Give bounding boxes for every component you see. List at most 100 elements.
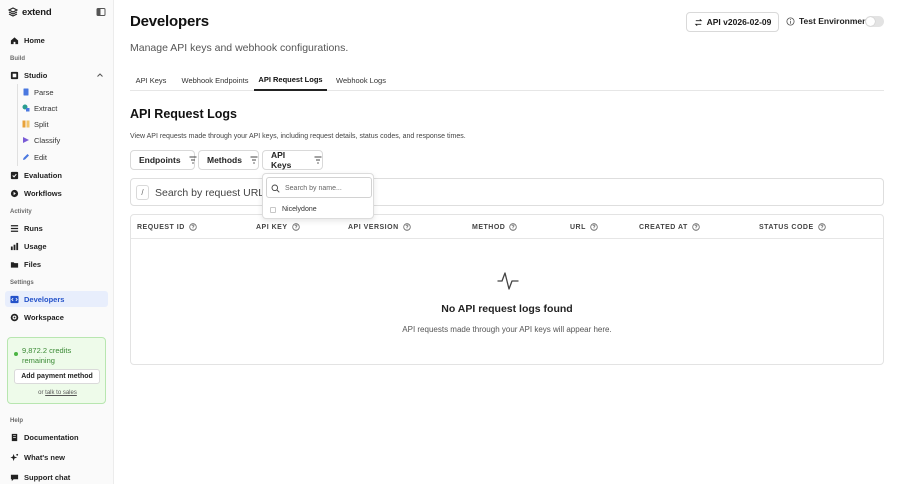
add-payment-method-button[interactable]: Add payment method: [14, 369, 100, 384]
empty-state-description: API requests made through your API keys …: [402, 325, 612, 334]
methods-filter-button[interactable]: Methods: [198, 150, 259, 170]
nav-support-chat[interactable]: Support chat: [5, 469, 108, 484]
talk-to-sales-line: or talk to sales: [8, 390, 107, 396]
nav-workflows[interactable]: Workflows: [5, 185, 108, 201]
column-label: API VERSION: [348, 223, 399, 231]
column-url[interactable]: URL: [570, 223, 598, 231]
talk-to-sales-link[interactable]: talk to sales: [45, 390, 77, 396]
help-circle-icon: [402, 223, 411, 231]
table-header: REQUEST ID API KEY API VERSION METHOD UR…: [131, 215, 883, 239]
section-activity-label: Activity: [10, 209, 32, 215]
api-version-button[interactable]: API v2026-02-09: [686, 12, 779, 32]
studio-icon: [9, 70, 19, 80]
logo[interactable]: extend: [8, 6, 106, 18]
or-text: or: [38, 390, 44, 396]
api-keys-filter-button[interactable]: API Keys: [262, 150, 323, 170]
nav-extract[interactable]: Extract: [22, 101, 57, 115]
help-circle-icon: [590, 223, 598, 231]
nav-files-label: Files: [24, 259, 42, 269]
studio-tree-line: [17, 84, 18, 166]
search-icon: [271, 184, 280, 193]
classify-icon: [22, 136, 30, 144]
nav-runs[interactable]: Runs: [5, 220, 108, 236]
chevron-up-icon[interactable]: [96, 71, 104, 79]
nav-whats-new-label: What's new: [24, 452, 65, 462]
help-circle-icon: [817, 223, 826, 231]
nav-support-chat-label: Support chat: [24, 472, 71, 482]
nav-documentation-label: Documentation: [24, 432, 79, 442]
nav-split[interactable]: Split: [22, 117, 49, 131]
nav-whats-new[interactable]: What's new: [5, 449, 108, 465]
nav-parse[interactable]: Parse: [22, 85, 54, 99]
gear-icon: [9, 312, 19, 322]
activity-pulse-icon: [497, 272, 519, 290]
help-circle-icon: [692, 223, 700, 231]
section-help-label: Help: [10, 418, 24, 424]
column-api-version[interactable]: API VERSION: [348, 223, 411, 231]
tab-bar: API Keys Webhook Endpoints API Request L…: [130, 70, 884, 91]
nav-developers[interactable]: Developers: [5, 291, 108, 307]
logs-table: REQUEST ID API KEY API VERSION METHOD UR…: [130, 214, 884, 365]
column-label: URL: [570, 223, 586, 231]
help-circle-icon: [291, 223, 300, 231]
test-environment-label: Test Environment: [799, 16, 871, 26]
nav-home-label: Home: [24, 35, 45, 45]
tab-api-keys[interactable]: API Keys: [130, 70, 172, 91]
section-settings-label: Settings: [10, 280, 34, 286]
tab-webhook-logs[interactable]: Webhook Logs: [331, 70, 391, 91]
column-label: METHOD: [472, 223, 506, 231]
dropdown-search-input[interactable]: [285, 181, 369, 195]
column-label: REQUEST ID: [137, 223, 185, 231]
nav-evaluation[interactable]: Evaluation: [5, 167, 108, 183]
info-icon[interactable]: [786, 16, 795, 26]
chat-icon: [9, 472, 19, 482]
column-method[interactable]: METHOD: [472, 223, 518, 231]
option-checkbox[interactable]: [270, 206, 276, 213]
nav-developers-label: Developers: [24, 294, 65, 304]
column-api-key[interactable]: API KEY: [256, 223, 300, 231]
main-content: Developers Manage API keys and webhook c…: [114, 0, 900, 484]
sparkle-icon: [9, 452, 19, 462]
column-created-at[interactable]: CREATED AT: [639, 223, 700, 231]
empty-state-title: No API request logs found: [441, 303, 573, 315]
logs-title: API Request Logs: [130, 107, 237, 121]
column-request-id[interactable]: REQUEST ID: [137, 223, 197, 231]
runs-icon: [9, 223, 19, 233]
tab-api-request-logs[interactable]: API Request Logs: [254, 70, 327, 91]
nav-extract-label: Extract: [34, 103, 58, 113]
usage-icon: [9, 241, 19, 251]
collapse-sidebar-icon[interactable]: [96, 7, 106, 17]
nav-usage-label: Usage: [24, 241, 47, 251]
filter-icon: [314, 156, 322, 164]
nav-edit[interactable]: Edit: [22, 150, 47, 164]
nav-studio[interactable]: Studio: [5, 67, 108, 83]
logo-icon: [8, 7, 18, 17]
sidebar: extend Home Build Studio Parse Extract S…: [0, 0, 114, 484]
nav-documentation[interactable]: Documentation: [5, 429, 108, 445]
logs-description: View API requests made through your API …: [130, 133, 466, 140]
nav-split-label: Split: [34, 119, 49, 129]
nav-home[interactable]: Home: [5, 32, 108, 48]
nav-studio-label: Studio: [24, 70, 48, 80]
split-icon: [22, 120, 30, 128]
nav-workspace[interactable]: Workspace: [5, 309, 108, 325]
dropdown-option[interactable]: Nicelydone: [267, 203, 371, 216]
dropdown-option-label: Nicelydone: [282, 206, 317, 213]
nav-parse-label: Parse: [34, 87, 54, 97]
nav-files[interactable]: Files: [5, 256, 108, 272]
log-search-input[interactable]: [155, 184, 855, 201]
test-environment-toggle[interactable]: [865, 16, 884, 27]
tab-webhook-endpoints[interactable]: Webhook Endpoints: [176, 70, 254, 91]
column-label: STATUS CODE: [759, 223, 814, 231]
book-icon: [9, 432, 19, 442]
nav-workflows-label: Workflows: [24, 188, 62, 198]
document-icon: [22, 88, 30, 96]
nav-usage[interactable]: Usage: [5, 238, 108, 254]
endpoints-filter-button[interactable]: Endpoints: [130, 150, 197, 170]
filter-icon: [189, 156, 197, 164]
column-status-code[interactable]: STATUS CODE: [759, 223, 826, 231]
nav-classify[interactable]: Classify: [22, 133, 60, 147]
nav-evaluation-label: Evaluation: [24, 170, 62, 180]
api-version-label: API v2026-02-09: [706, 17, 772, 27]
dropdown-search-box: [266, 177, 372, 198]
